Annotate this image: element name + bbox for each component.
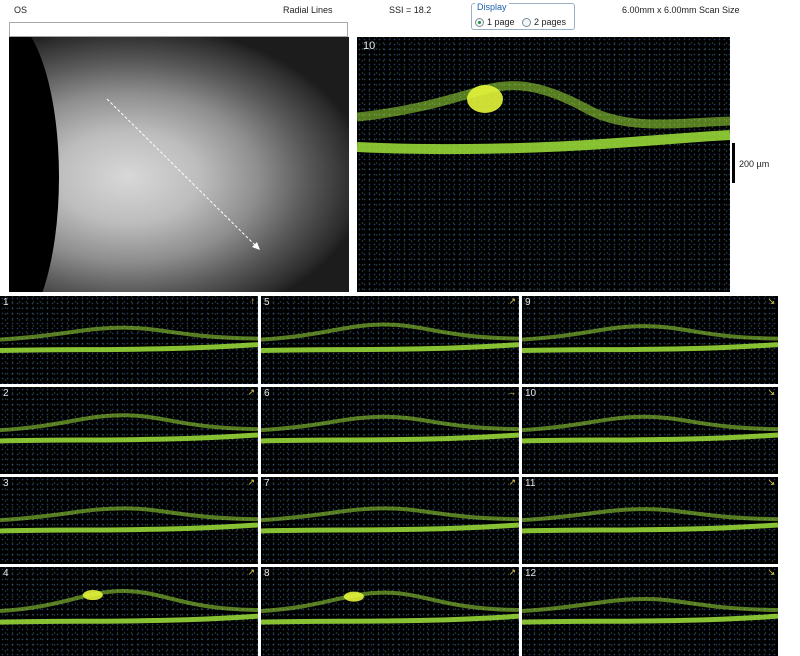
retina-layers — [0, 413, 258, 444]
bscan-thumbnail-7[interactable]: 7 ↗ — [261, 477, 519, 564]
scan-direction-arrow-icon: ↘ — [767, 477, 775, 487]
bscan-thumbnail-1[interactable]: 1 ↑ — [0, 296, 258, 384]
radio-label: 1 page — [487, 17, 515, 27]
scan-size-label: 6.00mm x 6.00mm Scan Size — [622, 5, 740, 15]
retina-layers — [0, 325, 258, 354]
scan-number: 1 — [3, 297, 9, 308]
bscan-thumbnail-6[interactable]: 6 → — [261, 387, 519, 474]
retina-layers — [522, 597, 778, 625]
scan-number: 4 — [3, 568, 9, 579]
display-legend: Display — [475, 2, 509, 12]
retina-layers — [261, 590, 519, 625]
scan-number: 7 — [264, 478, 270, 489]
bscan-thumbnail-12[interactable]: 12 ↘ — [522, 567, 778, 656]
display-2-pages-radio[interactable]: 2 pages — [522, 17, 566, 27]
scan-number: 5 — [264, 297, 270, 308]
scan-number: 11 — [525, 478, 536, 489]
signal-strength-label: SSI = 18.2 — [389, 5, 432, 15]
scan-direction-arrow-icon: → — [507, 387, 516, 397]
scan-direction-arrow-icon: ↗ — [508, 296, 516, 306]
scan-direction-arrow-icon: ↘ — [767, 387, 775, 397]
scan-direction-arrow-icon: ↑ — [250, 296, 256, 306]
fundus-image — [9, 37, 349, 292]
retina-layers — [357, 81, 730, 155]
bscan-thumbnail-3[interactable]: 3 ↗ — [0, 477, 258, 564]
eye-label: OS — [14, 5, 28, 15]
bscan-thumbnail-9[interactable]: 9 ↘ — [522, 296, 778, 384]
scan-number: 9 — [525, 297, 531, 308]
retina-layers — [522, 414, 778, 444]
retina-layers — [261, 506, 519, 534]
retina-layers — [0, 589, 258, 625]
bscan-thumbnail-8[interactable]: 8 ↗ — [261, 567, 519, 656]
retina-layers — [261, 322, 519, 354]
retina-layers — [522, 507, 778, 534]
scan-direction-arrow-icon: ↗ — [508, 477, 516, 487]
scan-number: 2 — [3, 388, 9, 399]
scan-direction-arrow-icon: ↘ — [767, 296, 775, 306]
scan-number: 6 — [264, 388, 270, 399]
bscan-thumbnail-11[interactable]: 11 ↘ — [522, 477, 778, 564]
bscan-thumbnail-2[interactable]: 2 ↗ — [0, 387, 258, 474]
scan-number: 10 — [525, 388, 537, 399]
bscan-thumbnail-5[interactable]: 5 ↗ — [261, 296, 519, 384]
scan-direction-arrow-icon: ↗ — [247, 567, 255, 577]
large-scan-number: 10 — [363, 40, 376, 52]
large-bscan-image[interactable]: 10 — [357, 37, 730, 292]
protocol-label: Radial Lines — [283, 5, 333, 15]
scale-bar — [732, 143, 735, 183]
radio-unselected-icon[interactable] — [522, 17, 531, 27]
scan-direction-arrow-icon: ↘ — [767, 567, 775, 577]
scale-label: 200 µm — [739, 159, 770, 169]
scan-direction-arrow-icon: ↗ — [508, 567, 516, 577]
scan-direction-arrow-icon: ↗ — [247, 477, 255, 487]
scan-line-overlay — [106, 98, 260, 250]
scan-number: 8 — [264, 568, 270, 579]
bscan-thumbnail-10[interactable]: 10 ↘ — [522, 387, 778, 474]
bscan-thumbnail-4[interactable]: 4 ↗ — [0, 567, 258, 656]
notes-field[interactable] — [9, 22, 348, 37]
display-options-group: Display 1 page 2 pages — [471, 2, 575, 30]
retina-layers — [261, 414, 519, 444]
scan-number: 12 — [525, 568, 537, 579]
radio-label: 2 pages — [534, 17, 567, 27]
retina-layers — [522, 324, 778, 354]
display-1-page-radio[interactable]: 1 page — [475, 17, 515, 27]
retina-layers — [0, 506, 258, 534]
scan-direction-arrow-icon: ↗ — [247, 387, 255, 397]
scan-number: 3 — [3, 478, 9, 489]
radio-selected-icon[interactable] — [475, 17, 484, 27]
report-header: OS Radial Lines SSI = 18.2 6.00mm x 6.00… — [0, 0, 800, 20]
